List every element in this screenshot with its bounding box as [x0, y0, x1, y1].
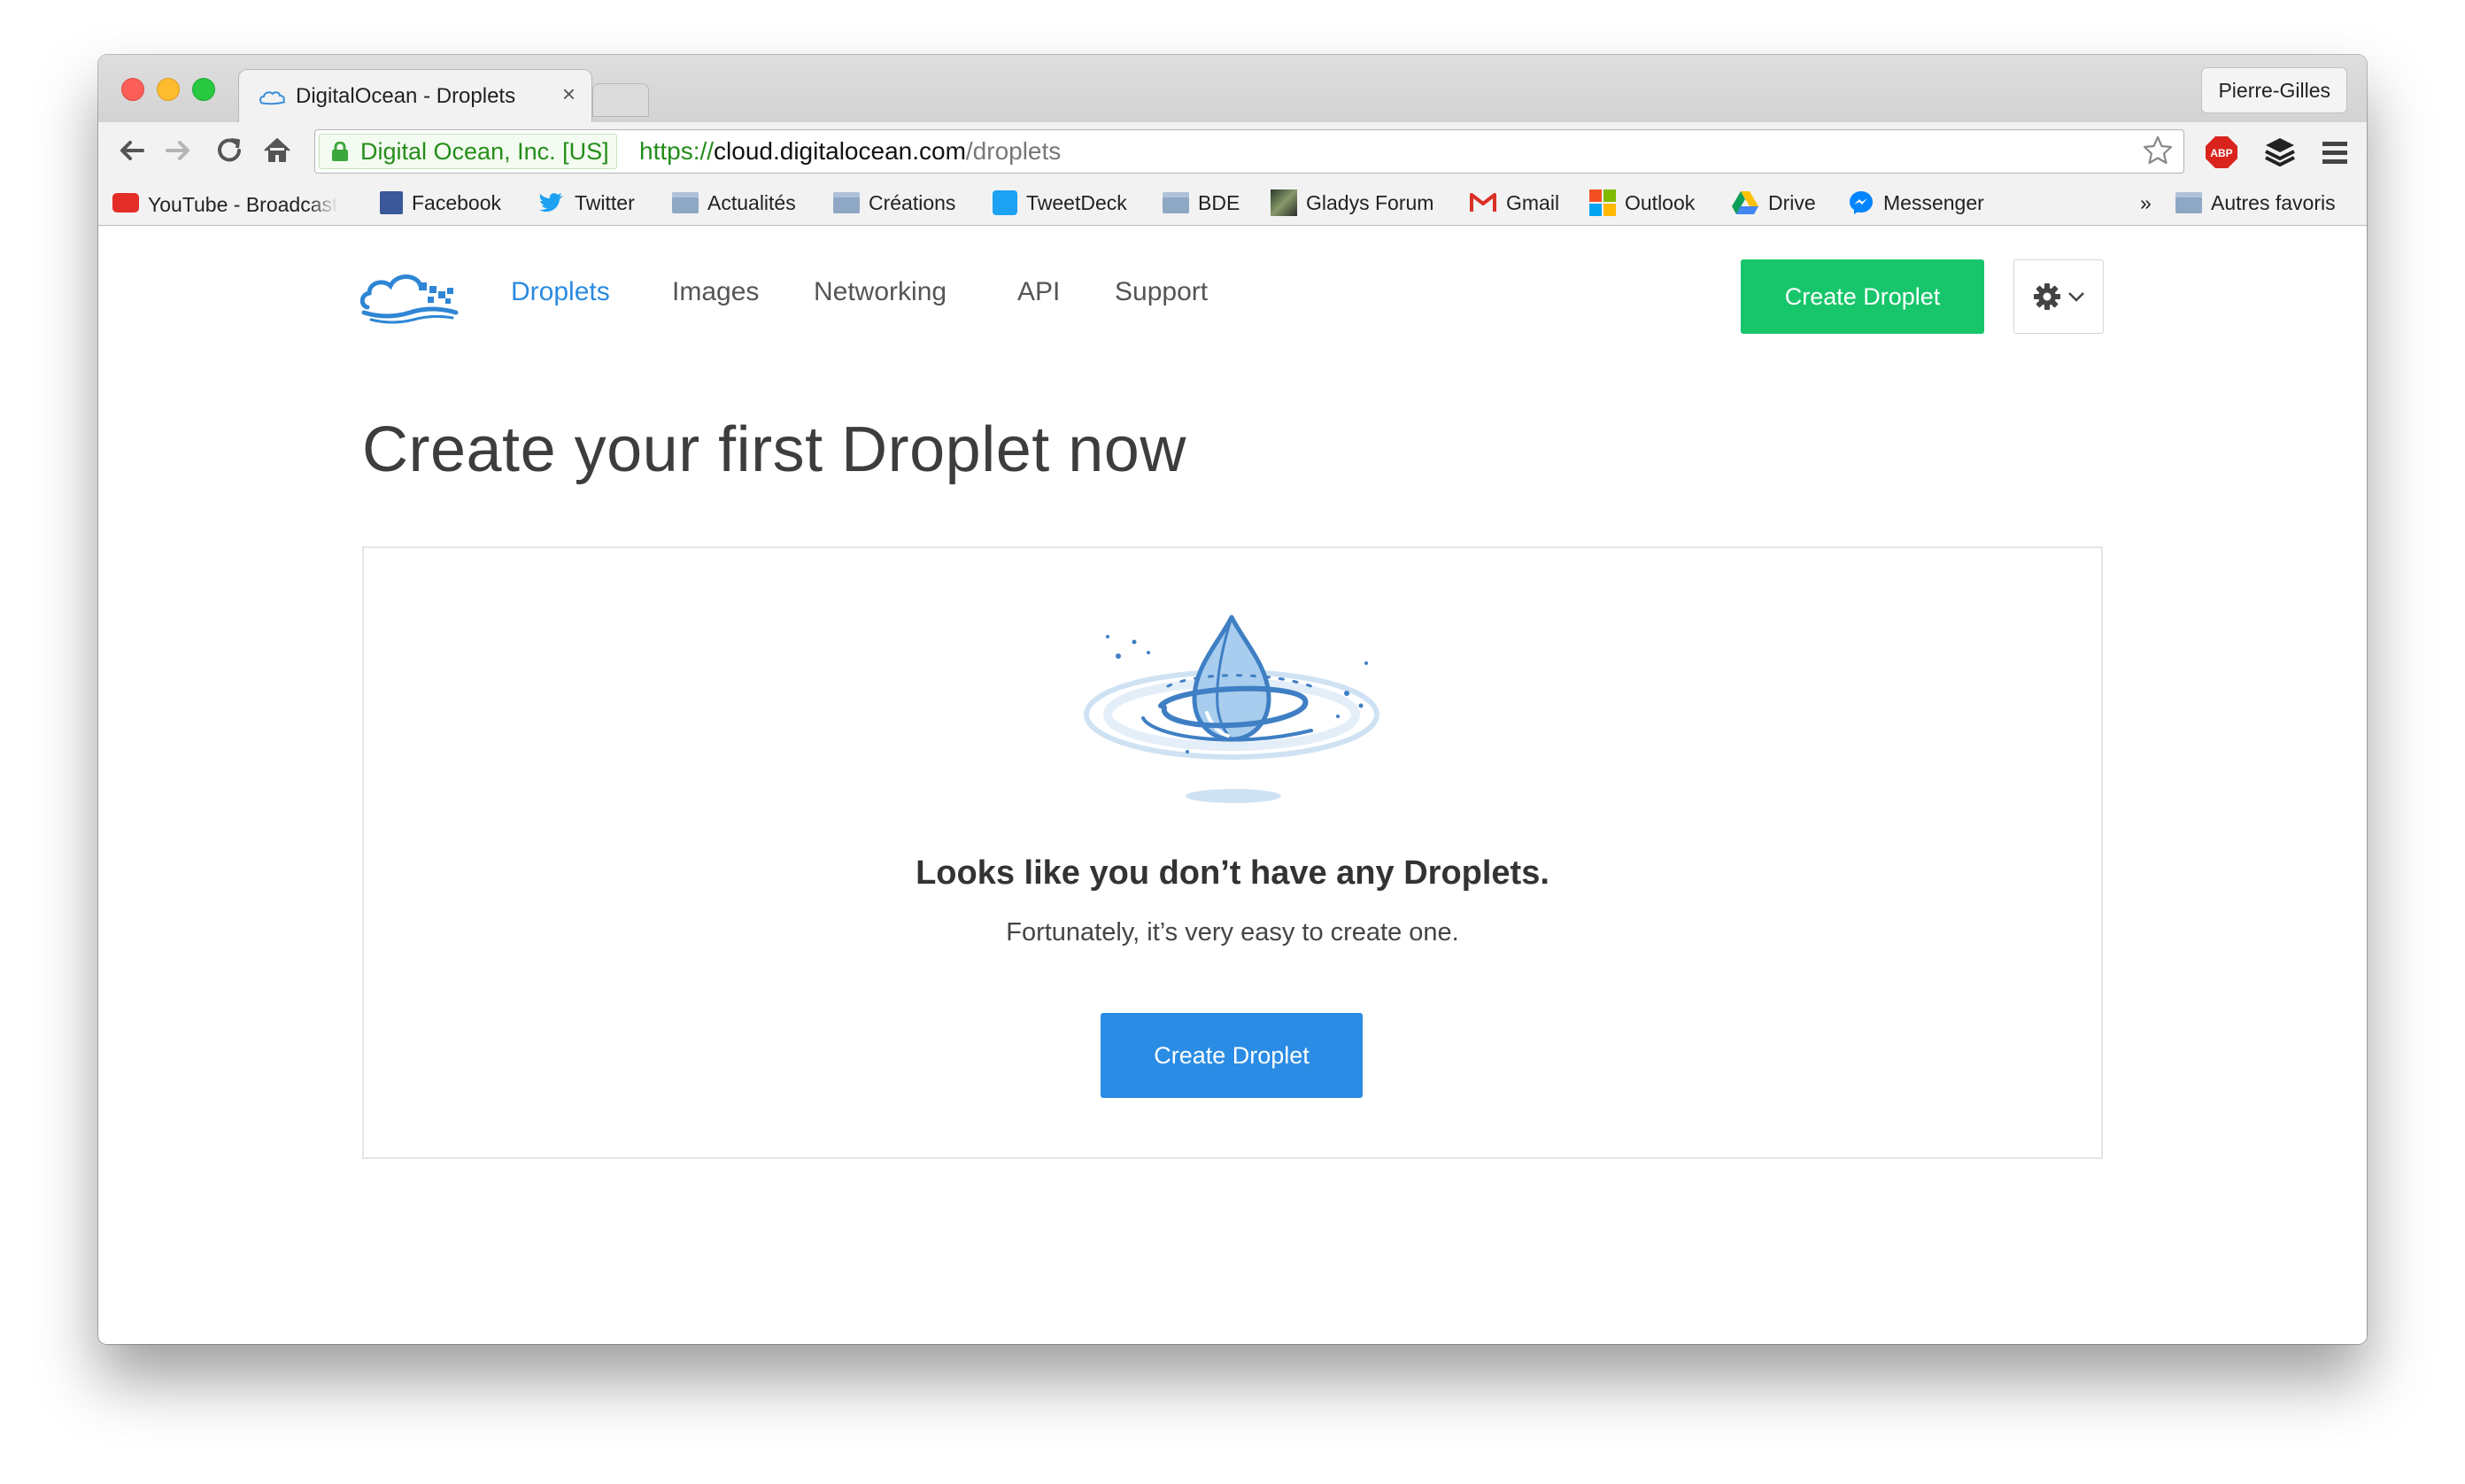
- new-tab-button[interactable]: [592, 83, 649, 117]
- tab-strip: DigitalOcean - Droplets × Pierre-Gilles: [98, 55, 2367, 124]
- adblock-icon[interactable]: ABP: [2204, 135, 2239, 170]
- bookmark-youtube[interactable]: YouTube - Broadcast: [112, 188, 337, 218]
- bookmark-label: Gladys Forum: [1306, 191, 1434, 214]
- nav-api[interactable]: API: [1017, 277, 1060, 307]
- home-icon[interactable]: [259, 133, 295, 168]
- bookmark-label: Gmail: [1506, 191, 1560, 214]
- gmail-icon: [1470, 192, 1496, 212]
- bookmark-actualites[interactable]: Actualités: [672, 188, 796, 218]
- empty-state-panel: Looks like you don’t have any Droplets. …: [362, 546, 2103, 1159]
- twitter-icon: [539, 192, 563, 213]
- bookmarks-overflow-button[interactable]: »: [2140, 188, 2152, 218]
- folder-icon: [672, 191, 699, 213]
- bookmark-facebook[interactable]: Facebook: [380, 188, 501, 218]
- bookmark-outlook[interactable]: Outlook: [1589, 188, 1695, 218]
- browser-window: DigitalOcean - Droplets × Pierre-Gilles: [98, 55, 2367, 1344]
- folder-icon: [2175, 191, 2202, 213]
- bookmark-label: TweetDeck: [1026, 191, 1127, 214]
- browser-tab[interactable]: DigitalOcean - Droplets ×: [238, 69, 592, 124]
- bookmark-label: Facebook: [412, 191, 502, 214]
- bookmark-bde[interactable]: BDE: [1163, 188, 1240, 218]
- bookmarks-bar: YouTube - Broadcast Facebook Twitter Act…: [98, 181, 2367, 225]
- window-close-button[interactable]: [121, 78, 144, 101]
- settings-menu-button[interactable]: [2013, 259, 2104, 334]
- bookmark-label: Actualités: [707, 191, 796, 214]
- menu-icon[interactable]: [2317, 135, 2353, 170]
- outlook-icon: [1589, 189, 1616, 216]
- folder-icon: [1163, 191, 1189, 213]
- bookmark-twitter[interactable]: Twitter: [537, 188, 635, 218]
- bookmark-label: BDE: [1198, 191, 1240, 214]
- create-droplet-button[interactable]: Create Droplet: [1101, 1013, 1363, 1098]
- url-path: /droplets: [965, 137, 1062, 165]
- nav-networking[interactable]: Networking: [814, 277, 947, 307]
- bookmark-label: Créations: [869, 191, 956, 214]
- digitalocean-favicon-icon: [259, 91, 286, 105]
- window-maximize-button[interactable]: [192, 78, 215, 101]
- tweetdeck-icon: [993, 189, 1017, 215]
- bookmark-star-icon[interactable]: [2141, 134, 2175, 167]
- digitalocean-logo-icon[interactable]: [360, 265, 460, 325]
- messenger-icon: [1850, 190, 1873, 214]
- page-title: Create your first Droplet now: [362, 414, 1186, 485]
- bookmark-tweetdeck[interactable]: TweetDeck: [993, 188, 1127, 218]
- url-scheme: https://: [639, 137, 715, 165]
- empty-state-subtitle: Fortunately, it’s very easy to create on…: [1006, 918, 1459, 947]
- profile-button[interactable]: Pierre-Gilles: [2201, 67, 2347, 113]
- browser-toolbar: Digital Ocean, Inc. [US] https://cloud.d…: [98, 122, 2367, 181]
- reload-icon[interactable]: [212, 133, 247, 168]
- gear-icon: [2034, 283, 2060, 310]
- browser-chrome: DigitalOcean - Droplets × Pierre-Gilles: [98, 55, 2367, 226]
- bookmark-label: Outlook: [1625, 191, 1696, 214]
- nav-droplets[interactable]: Droplets: [511, 277, 610, 307]
- back-arrow-icon[interactable]: [114, 133, 150, 168]
- ev-certificate-badge[interactable]: Digital Ocean, Inc. [US]: [319, 134, 617, 169]
- address-bar[interactable]: Digital Ocean, Inc. [US] https://cloud.d…: [314, 129, 2184, 174]
- bookmark-messenger[interactable]: Messenger: [1848, 188, 1984, 218]
- bookmark-gladys-forum[interactable]: Gladys Forum: [1271, 188, 1433, 218]
- facebook-icon: [380, 190, 403, 214]
- bookmark-label: Drive: [1768, 191, 1816, 214]
- bookmark-label: Messenger: [1883, 191, 1984, 214]
- tab-close-icon[interactable]: ×: [562, 81, 576, 108]
- tab-title: DigitalOcean - Droplets: [296, 84, 516, 108]
- url-text[interactable]: https://cloud.digitalocean.com/droplets: [639, 135, 1061, 167]
- bookmark-drive[interactable]: Drive: [1731, 188, 1816, 218]
- page-content: Droplets Images Networking API Support C…: [98, 226, 2367, 1344]
- create-droplet-header-button[interactable]: Create Droplet: [1741, 259, 1984, 334]
- forward-arrow-icon[interactable]: [160, 133, 196, 168]
- chevron-down-icon: [2068, 292, 2084, 302]
- droplet-illustration-icon: [1084, 614, 1379, 803]
- bookmark-label: YouTube - Broadcast: [148, 192, 338, 216]
- bookmark-label: Twitter: [575, 191, 635, 214]
- empty-state-title: Looks like you don’t have any Droplets.: [916, 854, 1549, 892]
- window-minimize-button[interactable]: [157, 78, 180, 101]
- folder-icon: [833, 191, 860, 213]
- drive-icon: [1732, 190, 1758, 214]
- gladys-icon: [1271, 189, 1297, 216]
- nav-support[interactable]: Support: [1115, 277, 1208, 307]
- ev-organization-label: Digital Ocean, Inc. [US]: [360, 138, 609, 165]
- buffer-icon[interactable]: [2262, 135, 2298, 170]
- nav-images[interactable]: Images: [672, 277, 759, 307]
- bookmark-gmail[interactable]: Gmail: [1469, 188, 1559, 218]
- url-host: cloud.digitalocean.com: [714, 137, 966, 165]
- bookmark-autres-favoris[interactable]: Autres favoris: [2175, 188, 2336, 218]
- bookmark-label: Autres favoris: [2211, 191, 2336, 214]
- youtube-icon: [112, 192, 139, 213]
- svg-text:ABP: ABP: [2210, 147, 2232, 159]
- lock-icon: [332, 142, 348, 161]
- bookmark-creations[interactable]: Créations: [833, 188, 955, 218]
